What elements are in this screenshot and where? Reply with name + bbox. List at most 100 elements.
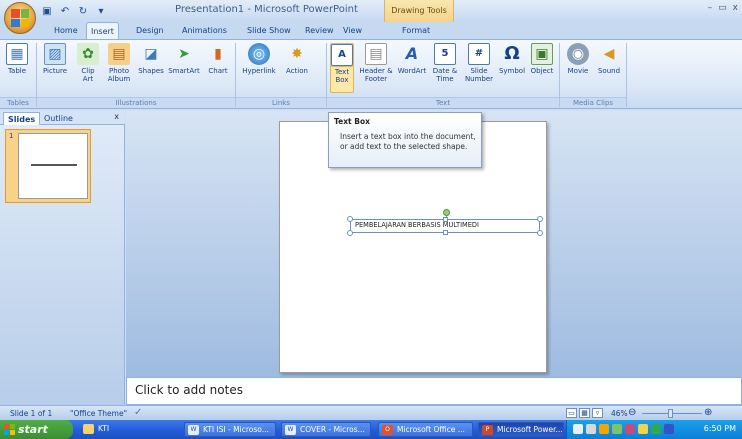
slide-count-status: Slide 1 of 1 [10, 409, 53, 418]
picture-button[interactable]: ▨ Picture [40, 43, 70, 75]
film-reel-icon: ◉ [567, 43, 589, 65]
taskbar-item-powerpoint[interactable]: P Microsoft Power... [478, 422, 564, 437]
volume-icon[interactable] [664, 424, 674, 434]
windows-logo-icon [4, 424, 15, 435]
tab-outline[interactable]: Outline [40, 112, 77, 125]
group-label-tables: Tables [0, 97, 36, 108]
notes-pane[interactable]: Click to add notes [126, 377, 742, 405]
rotation-handle[interactable] [443, 209, 450, 216]
header-footer-icon: ▤ [365, 43, 387, 65]
slide-sorter-view-icon[interactable]: ▦ [579, 408, 590, 418]
taskbar-item-kti-folder[interactable]: KTI [80, 422, 138, 437]
help-icon[interactable] [573, 424, 583, 434]
text-box-icon: A [330, 43, 354, 67]
window-title: Presentation1 - Microsoft PowerPoint [175, 4, 358, 15]
shapes-button[interactable]: ◪ Shapes [138, 43, 164, 75]
resize-handle-top-right[interactable] [537, 216, 543, 222]
quick-access-toolbar: ▣ ↶ ↻ ▾ [40, 3, 108, 19]
object-button[interactable]: ▣ Object [528, 43, 556, 75]
chart-button[interactable]: ▮ Chart [205, 43, 231, 75]
hyperlink-button[interactable]: ◎ Hyperlink [240, 43, 278, 75]
ribbon: ▦ Table Tables ▨ Picture ✿ Clip Art ▤ Ph… [0, 39, 742, 109]
window-controls: – ▭ x [708, 3, 738, 13]
slide-thumbnail-number: 1 [9, 132, 14, 140]
save-icon[interactable]: ▣ [40, 4, 54, 18]
tab-slide-show[interactable]: Slide Show [243, 22, 295, 39]
resize-handle-top[interactable] [443, 217, 448, 222]
text-box-shape[interactable]: PEMBELAJARAN BERBASIS MULTIMEDI [347, 216, 543, 236]
header-footer-button[interactable]: ▤ Header & Footer [358, 43, 394, 83]
object-icon: ▣ [531, 43, 553, 65]
symbol-button[interactable]: Ω Symbol [497, 43, 527, 76]
resize-handle-bottom-right[interactable] [537, 230, 543, 236]
zoom-slider-thumb[interactable] [668, 409, 673, 418]
slide-thumbnail-selected[interactable]: 1 [5, 129, 91, 203]
redo-icon[interactable]: ↻ [76, 4, 90, 18]
zoom-in-icon[interactable]: ⊕ [704, 407, 712, 418]
tab-insert[interactable]: Insert [86, 22, 119, 39]
tab-design[interactable]: Design [132, 22, 168, 39]
tab-slides[interactable]: Slides [3, 112, 41, 125]
ribbon-tabs: Home Insert Design Animations Slide Show… [0, 22, 742, 39]
minimize-button[interactable]: – [708, 3, 713, 13]
action-button[interactable]: ✸ Action [283, 43, 311, 75]
notes-placeholder[interactable]: Click to add notes [135, 383, 243, 397]
date-time-button[interactable]: 5 Date & Time [431, 43, 459, 83]
taskbar-item-kti-isi[interactable]: W KTI ISI - Microso... [184, 422, 276, 437]
zoom-level[interactable]: 46% [611, 409, 628, 418]
status-bar: Slide 1 of 1 "Office Theme" ✓ ▭ ▦ ▿ 46% … [0, 405, 742, 420]
word-doc-icon: W [188, 425, 199, 435]
resize-handle-bottom[interactable] [443, 230, 448, 235]
movie-button[interactable]: ◉ Movie [564, 43, 592, 75]
hyperlink-globe-icon: ◎ [248, 43, 270, 65]
table-button[interactable]: ▦ Table [3, 43, 31, 75]
restore-button[interactable]: ▭ [718, 3, 727, 13]
theme-status[interactable]: "Office Theme" [70, 409, 127, 418]
taskbar-item-microsoft-office[interactable]: O Microsoft Office ... [378, 422, 473, 437]
antivirus-icon[interactable] [599, 424, 609, 434]
office-button[interactable] [4, 2, 36, 34]
tab-view[interactable]: View [339, 22, 366, 39]
text-box-button[interactable]: A Text Box [330, 43, 354, 93]
group-label-links: Links [236, 97, 326, 108]
sound-button[interactable]: ◀ Sound [595, 43, 623, 75]
word-doc-icon: W [285, 425, 296, 435]
warning-icon[interactable] [638, 424, 648, 434]
speaker-icon: ◀ [603, 46, 615, 62]
network-icon[interactable] [586, 424, 596, 434]
start-button[interactable]: start [0, 420, 73, 439]
group-label-media-clips: Media Clips [560, 97, 626, 108]
taskbar-clock: 6:50 PM [703, 424, 736, 433]
messenger-icon[interactable] [625, 424, 635, 434]
undo-icon[interactable]: ↶ [58, 4, 72, 18]
taskbar-item-cover[interactable]: W COVER - Micros... [281, 422, 371, 437]
resize-handle-top-left[interactable] [347, 216, 353, 222]
wordart-button[interactable]: A WordArt [396, 43, 428, 76]
group-separator [626, 43, 627, 107]
slide-number-button[interactable]: # Slide Number [462, 43, 496, 83]
photo-album-button[interactable]: ▤ Photo Album [104, 43, 134, 83]
text-box-content[interactable]: PEMBELAJARAN BERBASIS MULTIMEDI [355, 221, 479, 229]
thumbnail-text-preview [31, 164, 77, 166]
pane-tabs: Slides Outline x [0, 111, 125, 125]
photo-album-icon: ▤ [108, 43, 130, 65]
tab-home[interactable]: Home [50, 22, 82, 39]
picture-icon: ▨ [44, 43, 66, 65]
close-button[interactable]: x [733, 3, 738, 13]
zoom-out-icon[interactable]: ⊖ [628, 407, 636, 418]
slides-pane: Slides Outline x 1 [0, 111, 125, 405]
normal-view-icon[interactable]: ▭ [566, 408, 577, 418]
tab-animations[interactable]: Animations [178, 22, 231, 39]
resize-handle-bottom-left[interactable] [347, 230, 353, 236]
slide-show-view-icon[interactable]: ▿ [592, 408, 603, 418]
action-icon: ✸ [291, 46, 303, 62]
customize-qat-icon[interactable]: ▾ [94, 4, 108, 18]
clip-art-button[interactable]: ✿ Clip Art [76, 43, 100, 83]
smartart-button[interactable]: ➤ SmartArt [167, 43, 201, 75]
spell-check-icon[interactable]: ✓ [134, 407, 142, 418]
close-pane-icon[interactable]: x [114, 112, 119, 121]
tab-format[interactable]: Format [398, 22, 434, 39]
tab-review[interactable]: Review [301, 22, 338, 39]
security-shield-icon[interactable] [612, 424, 622, 434]
download-icon[interactable] [651, 424, 661, 434]
